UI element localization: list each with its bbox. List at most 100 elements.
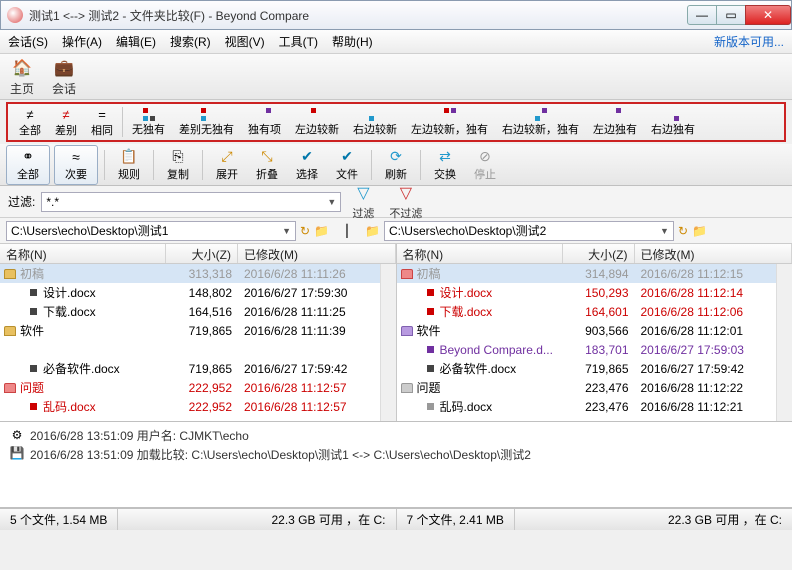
diff-marker <box>30 289 37 296</box>
apply-filter-button[interactable]: ▽过滤 <box>347 180 379 223</box>
window-title: 测试1 <--> 测试2 - 文件夹比较(F) - Beyond Compare <box>29 7 688 24</box>
session-button[interactable]: 💼 会话 <box>48 55 80 99</box>
all-button[interactable]: ⚭全部 <box>6 145 50 185</box>
col-name[interactable]: 名称(N) <box>397 244 563 263</box>
filter-5[interactable]: 独有项 <box>241 106 288 138</box>
table-row[interactable]: 初稿313,3182016/6/28 11:11:26 <box>0 264 396 283</box>
left-browse-button[interactable]: 📁 <box>314 224 329 238</box>
folder-icon <box>401 326 413 336</box>
copy-icon: ⎘ <box>168 148 188 166</box>
new-version-link[interactable]: 新版本可用... <box>714 33 784 50</box>
expand-button[interactable]: ⤢展开 <box>209 145 245 185</box>
left-path-combo[interactable]: C:\Users\echo\Desktop\测试1▼ <box>6 221 296 241</box>
table-row[interactable]: 问题222,9522016/6/28 11:12:57 <box>0 378 396 397</box>
filter-10[interactable]: 左边独有 <box>586 106 644 138</box>
table-row[interactable]: 设计.docx150,2932016/6/28 11:12:14 <box>397 283 792 302</box>
swap-button[interactable]: ⇄交换 <box>427 145 463 185</box>
display-filter-toolbar: ≠全部≠差别=相同无独有差别无独有独有项左边较新右边较新左边较新，独有右边较新，… <box>6 102 786 142</box>
menu-view[interactable]: 视图(V) <box>225 33 265 50</box>
table-row[interactable]: 必备软件.docx719,8652016/6/27 17:59:42 <box>0 359 396 378</box>
right-browse2-button[interactable]: 📁 <box>692 224 707 238</box>
log-line: 2016/6/28 13:51:09 加载比较: C:\Users\echo\D… <box>28 445 786 464</box>
filter-0[interactable]: ≠全部 <box>12 106 48 139</box>
close-button[interactable]: ✕ <box>745 5 791 25</box>
link-icon: ⚭ <box>18 148 38 166</box>
filter-11[interactable]: 右边独有 <box>644 106 702 138</box>
home-button[interactable]: 🏠 主页 <box>6 55 38 99</box>
menu-help[interactable]: 帮助(H) <box>332 33 373 50</box>
approx-icon: ≈ <box>66 148 86 166</box>
table-row[interactable]: 乱码.docx223,4762016/6/28 11:12:21 <box>397 397 792 416</box>
menu-search[interactable]: 搜索(R) <box>170 33 211 50</box>
right-history-button[interactable]: ↻ <box>678 224 688 238</box>
menu-actions[interactable]: 操作(A) <box>62 33 102 50</box>
files-button[interactable]: ✔文件 <box>329 145 365 185</box>
menu-edit[interactable]: 编辑(E) <box>116 33 156 50</box>
col-modified[interactable]: 已修改(M) <box>635 244 792 263</box>
filter-3[interactable]: 无独有 <box>125 106 172 138</box>
diff-marker <box>427 289 434 296</box>
home-label: 主页 <box>10 80 34 97</box>
title-bar: 测试1 <--> 测试2 - 文件夹比较(F) - Beyond Compare… <box>0 0 792 30</box>
divider-icon: ⎮ <box>344 224 350 238</box>
refresh-button[interactable]: ⟳刷新 <box>378 145 414 185</box>
menu-tools[interactable]: 工具(T) <box>279 33 318 50</box>
main-toolbar: 🏠 主页 💼 会话 <box>0 54 792 100</box>
table-row[interactable]: 初稿314,8942016/6/28 11:12:15 <box>397 264 792 283</box>
funnel-off-icon: ▽ <box>394 182 418 204</box>
right-path-combo[interactable]: C:\Users\echo\Desktop\测试2▼ <box>384 221 674 241</box>
left-history-button[interactable]: ↻ <box>300 224 310 238</box>
filter-combo[interactable]: *.*▼ <box>41 192 341 212</box>
filter-6[interactable]: 左边较新 <box>288 106 346 138</box>
table-row[interactable]: 问题223,4762016/6/28 11:12:22 <box>397 378 792 397</box>
folder-icon <box>401 383 413 393</box>
gear-icon[interactable]: ⚙ <box>12 428 23 442</box>
filter-1[interactable]: ≠差别 <box>48 106 84 139</box>
status-bar: 5 个文件, 1.54 MB 22.3 GB 可用 ，在 C: 7 个文件, 2… <box>0 508 792 530</box>
table-row[interactable] <box>0 340 396 359</box>
filter-8[interactable]: 左边较新，独有 <box>404 106 495 138</box>
left-scrollbar[interactable] <box>380 264 396 421</box>
maximize-button[interactable]: ▭ <box>716 5 746 25</box>
table-row[interactable]: Beyond Compare.d...183,7012016/6/27 17:5… <box>397 340 792 359</box>
status-left-count: 5 个文件, 1.54 MB <box>0 509 118 530</box>
table-row[interactable]: 下载.docx164,6012016/6/28 11:12:06 <box>397 302 792 321</box>
briefcase-icon: 💼 <box>52 57 76 79</box>
minor-button[interactable]: ≈次要 <box>54 145 98 185</box>
app-icon <box>7 7 23 23</box>
filter-9[interactable]: 右边较新，独有 <box>495 106 586 138</box>
filter-4[interactable]: 差别无独有 <box>172 106 241 138</box>
table-row[interactable]: 乱码.docx222,9522016/6/28 11:12:57 <box>0 397 396 416</box>
right-scrollbar[interactable] <box>776 264 792 421</box>
folder-icon <box>401 269 413 279</box>
col-size[interactable]: 大小(Z) <box>166 244 238 263</box>
diff-marker <box>427 403 434 410</box>
rules-button[interactable]: 📋规则 <box>111 145 147 185</box>
select-button[interactable]: ✔选择 <box>289 145 325 185</box>
diff-marker <box>30 308 37 315</box>
col-name[interactable]: 名称(N) <box>0 244 166 263</box>
col-size[interactable]: 大小(Z) <box>563 244 635 263</box>
right-pane: 名称(N) 大小(Z) 已修改(M) 初稿314,8942016/6/28 11… <box>397 244 792 421</box>
stop-icon: ⊘ <box>475 148 495 166</box>
table-row[interactable]: 必备软件.docx719,8652016/6/27 17:59:42 <box>397 359 792 378</box>
menu-session[interactable]: 会话(S) <box>8 33 48 50</box>
filter-line: 过滤: *.*▼ ▽过滤 ▽不过滤 <box>0 186 792 218</box>
collapse-button[interactable]: ⤡折叠 <box>249 145 285 185</box>
home-icon: 🏠 <box>10 57 34 79</box>
minimize-button[interactable]: — <box>687 5 717 25</box>
menu-bar: 会话(S) 操作(A) 编辑(E) 搜索(R) 视图(V) 工具(T) 帮助(H… <box>0 30 792 54</box>
table-row[interactable]: 软件903,5662016/6/28 11:12:01 <box>397 321 792 340</box>
copy-button[interactable]: ⎘复制 <box>160 145 196 185</box>
col-modified[interactable]: 已修改(M) <box>238 244 396 263</box>
table-row[interactable]: 下载.docx164,5162016/6/28 11:11:25 <box>0 302 396 321</box>
save-icon[interactable]: 💾 <box>10 446 25 460</box>
filter-2[interactable]: =相同 <box>84 106 120 139</box>
table-row[interactable]: 设计.docx148,8022016/6/27 17:59:30 <box>0 283 396 302</box>
right-browse-button[interactable]: 📁 <box>365 224 380 238</box>
table-row[interactable]: 软件719,8652016/6/28 11:11:39 <box>0 321 396 340</box>
left-column-header: 名称(N) 大小(Z) 已修改(M) <box>0 244 396 264</box>
no-filter-button[interactable]: ▽不过滤 <box>385 180 426 223</box>
filter-7[interactable]: 右边较新 <box>346 106 404 138</box>
log-pane: ⚙ 💾 2016/6/28 13:51:09 用户名: CJMKT\echo 2… <box>0 422 792 508</box>
